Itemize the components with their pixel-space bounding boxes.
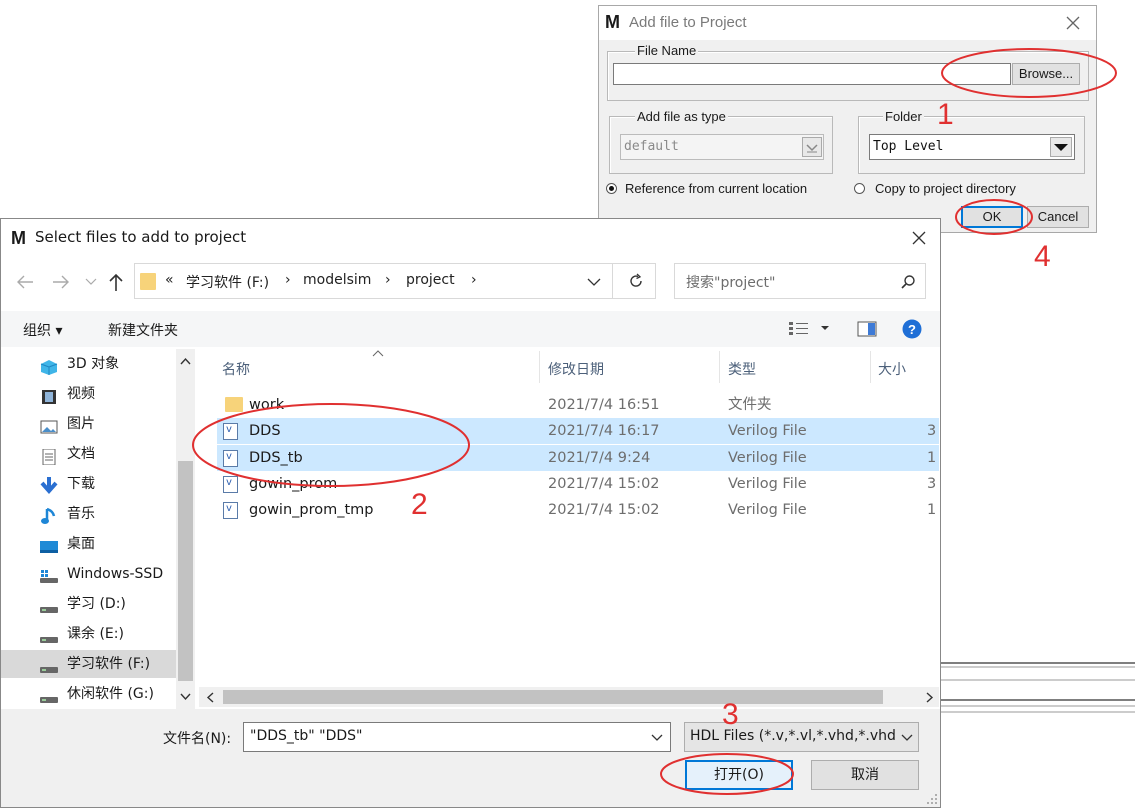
annotation-number-1: 1 <box>937 98 954 131</box>
annotation-ellipse-open <box>660 753 794 795</box>
annotation-ellipse-browse <box>941 48 1117 98</box>
annotation-number-2: 2 <box>411 488 428 521</box>
annotation-ellipse-files <box>192 403 470 487</box>
annotation-number-4: 4 <box>1034 240 1051 273</box>
annotation-ellipses <box>192 48 1117 795</box>
annotation-number-3: 3 <box>722 698 739 731</box>
annotation-ellipse-ok <box>955 199 1033 235</box>
